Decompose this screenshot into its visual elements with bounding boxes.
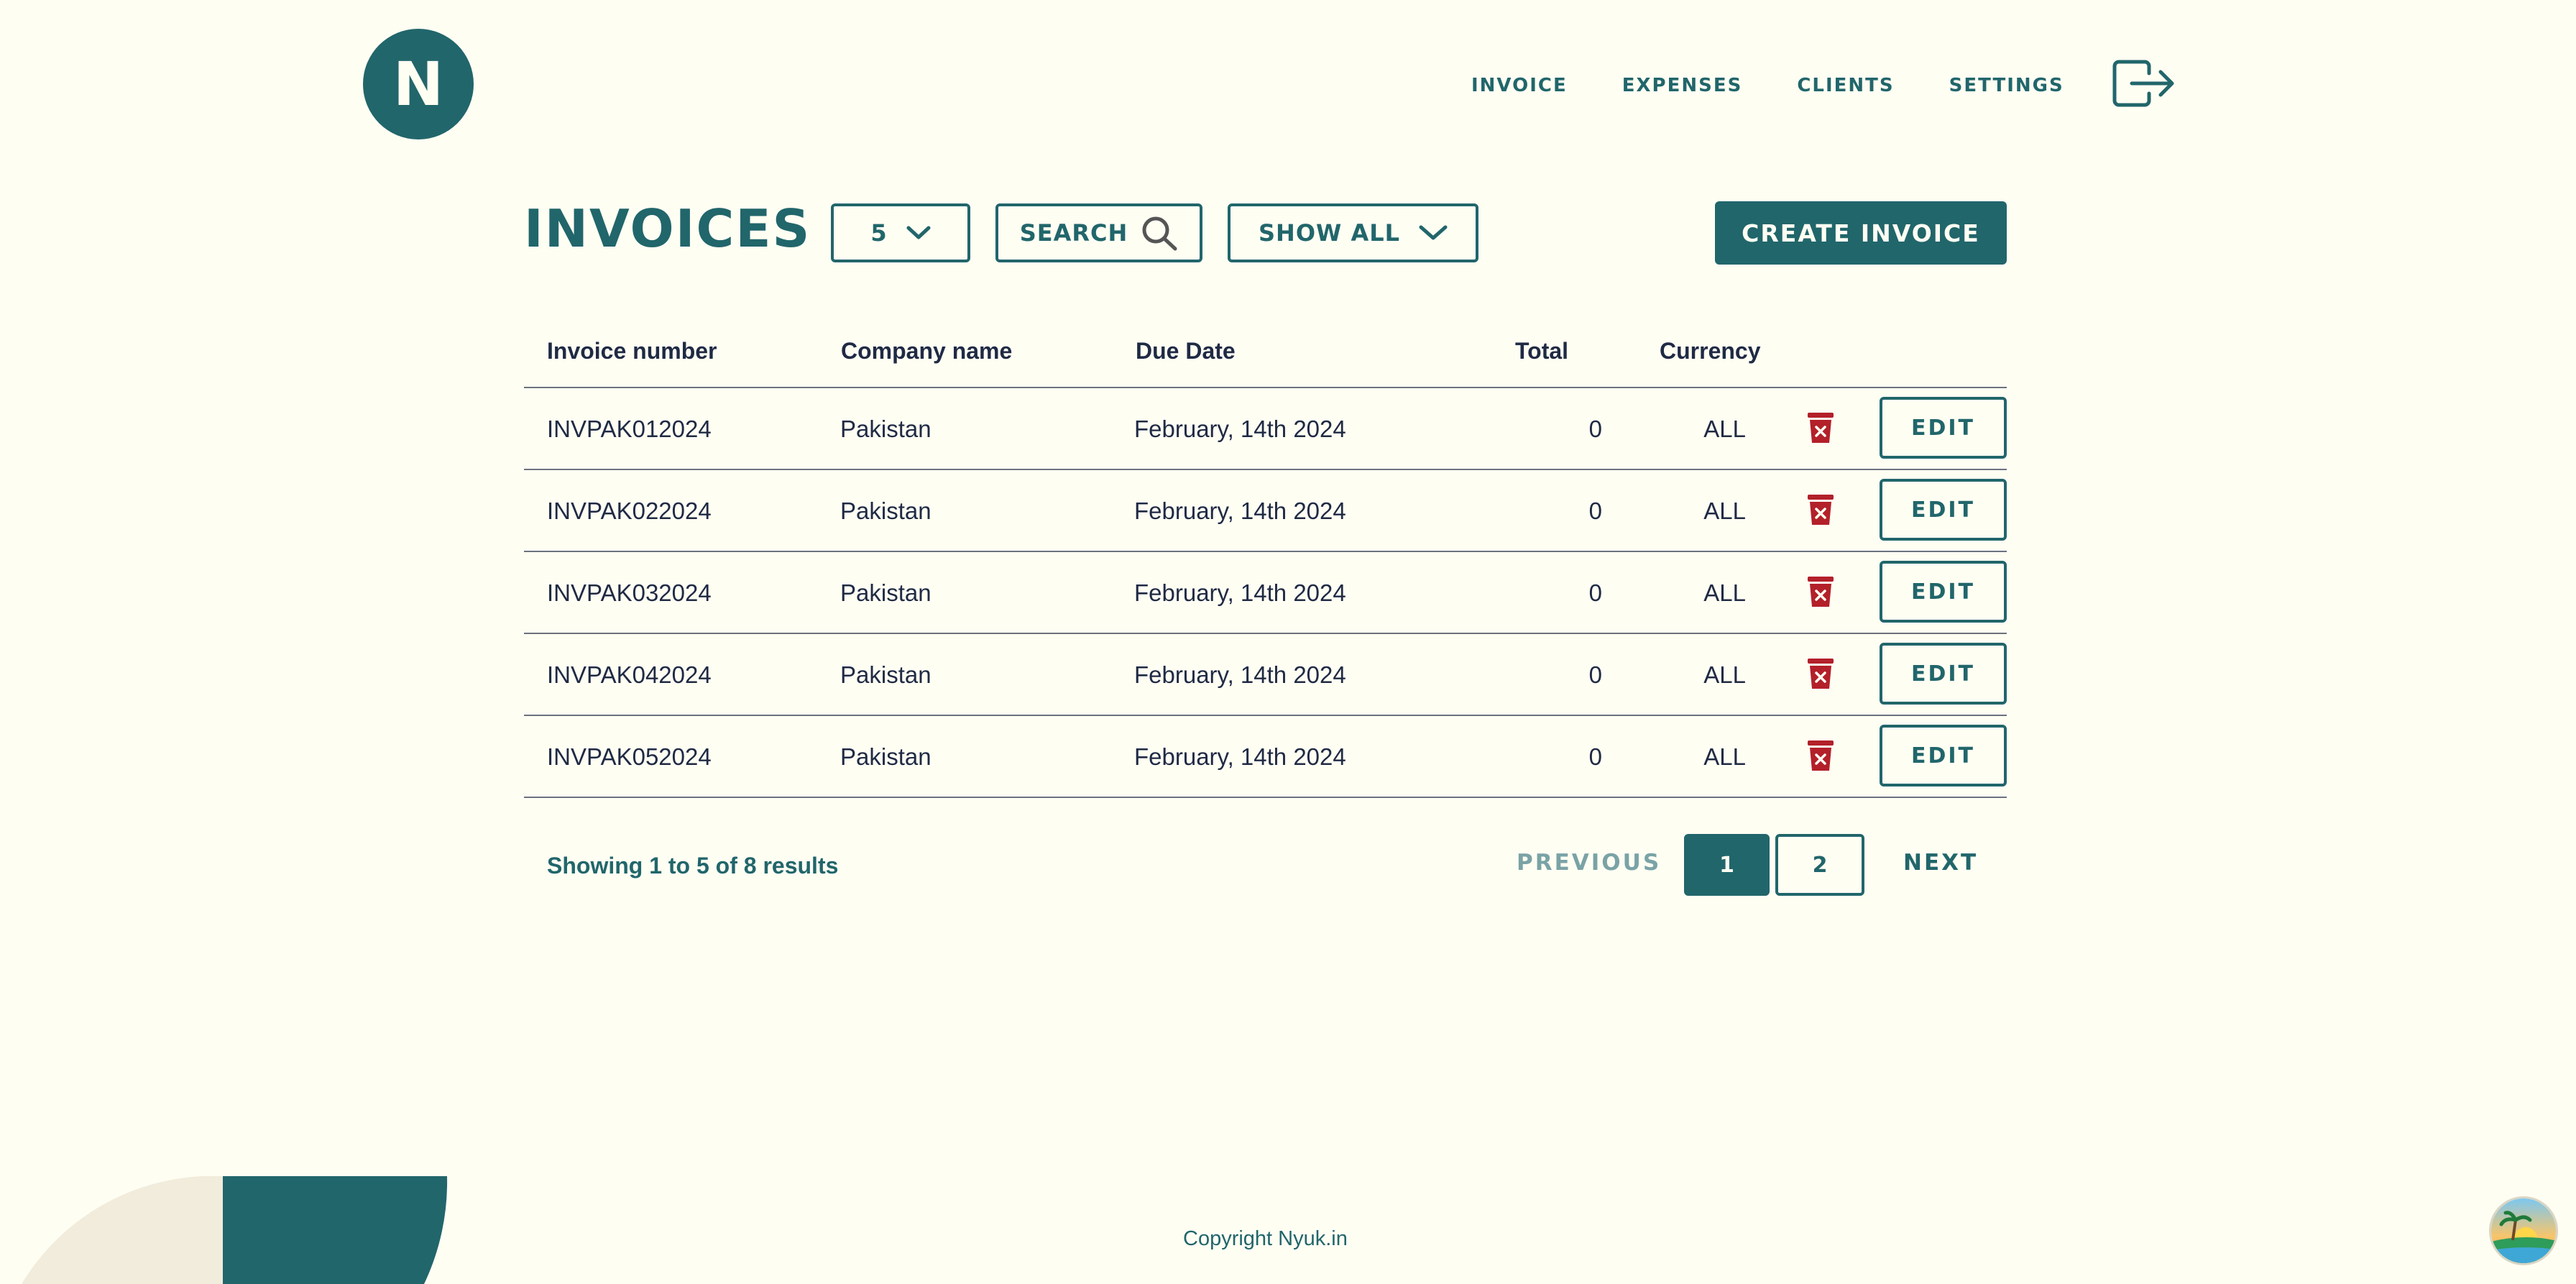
delete-trash-icon[interactable] — [1806, 493, 1835, 526]
due-date-cell: February, 14th 2024 — [1134, 416, 1346, 442]
company-name-cell: Pakistan — [840, 497, 932, 524]
edit-button[interactable]: EDIT — [1880, 725, 2007, 787]
edit-button[interactable]: EDIT — [1880, 643, 2007, 705]
beach-avatar-icon — [2491, 1198, 2556, 1263]
total-cell: 0 — [1588, 579, 1602, 606]
table-row: INVPAK042024 Pakistan February, 14th 2024 0… — [524, 634, 2007, 716]
decorative-shape — [22, 1176, 448, 1284]
logo-dot — [394, 22, 404, 32]
logout-icon[interactable] — [2110, 58, 2176, 109]
search-button[interactable]: SEARCH — [995, 203, 1202, 262]
filter-select[interactable]: SHOW ALL — [1228, 203, 1478, 262]
search-label: SEARCH — [1019, 219, 1128, 247]
next-page-button[interactable]: NEXT — [1903, 850, 1978, 876]
nav-item-expenses[interactable]: EXPENSES — [1622, 75, 1743, 96]
edit-button[interactable]: EDIT — [1880, 479, 2007, 541]
invoice-number-cell: INVPAK022024 — [547, 497, 712, 524]
page-button-2[interactable]: 2 — [1775, 834, 1864, 896]
table-row: INVPAK012024 Pakistan February, 14th 2024 0… — [524, 388, 2007, 470]
total-cell: 0 — [1588, 743, 1602, 770]
page-title: INVOICES — [524, 198, 811, 259]
nav-item-clients[interactable]: CLIENTS — [1797, 75, 1894, 96]
nav-item-settings[interactable]: SETTINGS — [1949, 75, 2064, 96]
top-nav: INVOICE EXPENSES CLIENTS SETTINGS — [1471, 75, 2064, 96]
invoice-number-cell: INVPAK012024 — [547, 416, 712, 442]
table-row: INVPAK032024 Pakistan February, 14th 2024 0… — [524, 552, 2007, 634]
total-cell: 0 — [1588, 416, 1602, 442]
company-name-cell: Pakistan — [840, 661, 932, 688]
search-icon — [1142, 216, 1177, 251]
page-button-1[interactable]: 1 — [1684, 834, 1770, 896]
copyright-text: Copyright Nyuk.in — [1183, 1227, 1348, 1250]
company-name-cell: Pakistan — [840, 743, 932, 770]
currency-cell: ALL — [1703, 579, 1746, 606]
column-header-invoice-number: Invoice number — [547, 338, 717, 364]
total-cell: 0 — [1588, 661, 1602, 688]
create-invoice-button[interactable]: CREATE INVOICE — [1715, 201, 2007, 265]
chevron-down-icon — [906, 226, 931, 239]
due-date-cell: February, 14th 2024 — [1134, 497, 1346, 524]
filter-label: SHOW ALL — [1258, 219, 1400, 247]
delete-trash-icon[interactable] — [1806, 411, 1835, 444]
logo[interactable]: N — [363, 22, 474, 139]
due-date-cell: February, 14th 2024 — [1134, 743, 1346, 770]
due-date-cell: February, 14th 2024 — [1134, 661, 1346, 688]
nav-item-invoice[interactable]: INVOICE — [1471, 75, 1568, 96]
column-header-company-name: Company name — [841, 338, 1013, 364]
previous-page-button[interactable]: PREVIOUS — [1517, 850, 1661, 876]
delete-trash-icon[interactable] — [1806, 657, 1835, 690]
table-row: INVPAK022024 Pakistan February, 14th 2024 0… — [524, 470, 2007, 552]
invoice-number-cell: INVPAK052024 — [547, 743, 712, 770]
column-header-currency: Currency — [1660, 338, 1761, 364]
results-summary: Showing 1 to 5 of 8 results — [547, 853, 839, 879]
avatar[interactable] — [2489, 1196, 2558, 1265]
logo-letter: N — [392, 49, 444, 119]
column-header-due-date: Due Date — [1136, 338, 1236, 364]
column-header-total: Total — [1515, 338, 1569, 364]
currency-cell: ALL — [1703, 661, 1746, 688]
currency-cell: ALL — [1703, 497, 1746, 524]
delete-trash-icon[interactable] — [1806, 739, 1835, 772]
total-cell: 0 — [1588, 497, 1602, 524]
table-row: INVPAK052024 Pakistan February, 14th 2024 0… — [524, 716, 2007, 798]
company-name-cell: Pakistan — [840, 416, 932, 442]
page-size-value: 5 — [870, 219, 888, 247]
due-date-cell: February, 14th 2024 — [1134, 579, 1346, 606]
edit-button[interactable]: EDIT — [1880, 397, 2007, 459]
company-name-cell: Pakistan — [840, 579, 932, 606]
currency-cell: ALL — [1703, 416, 1746, 442]
invoice-number-cell: INVPAK032024 — [547, 579, 712, 606]
invoice-number-cell: INVPAK042024 — [547, 661, 712, 688]
chevron-down-icon — [1419, 225, 1448, 240]
page-size-select[interactable]: 5 — [831, 203, 970, 262]
currency-cell: ALL — [1703, 743, 1746, 770]
delete-trash-icon[interactable] — [1806, 575, 1835, 608]
edit-button[interactable]: EDIT — [1880, 561, 2007, 623]
